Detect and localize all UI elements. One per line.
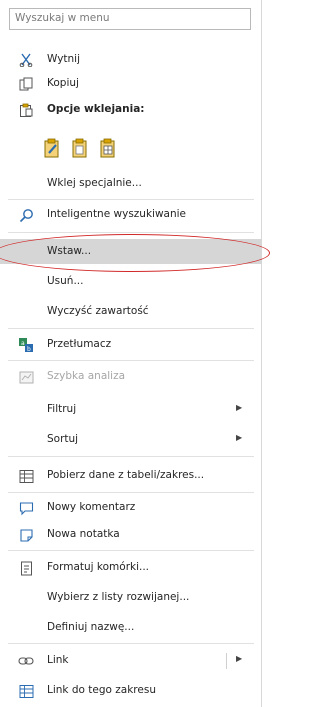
menu-item-label: Definiuj nazwę... <box>47 621 135 633</box>
menu-item-label: Link do tego zakresu <box>47 684 156 696</box>
menu-item-format-cells[interactable]: Formatuj komórki... <box>0 556 262 580</box>
submenu-divider <box>226 653 227 669</box>
menu-item-filter[interactable]: Filtruj ▶ <box>0 398 262 422</box>
menu-item-label: Opcje wklejania: <box>47 103 145 115</box>
menu-item-new-note[interactable]: Nowa notatka <box>0 523 262 547</box>
menu-item-get-data[interactable]: Pobierz dane z tabeli/zakres... <box>0 464 262 488</box>
menu-item-label: Filtruj <box>47 403 77 415</box>
paste-formatting-icon[interactable] <box>98 137 118 159</box>
divider <box>8 328 254 329</box>
link-range-icon <box>18 683 34 699</box>
svg-text:a: a <box>21 340 25 347</box>
menu-item-link-to-range[interactable]: Link do tego zakresu <box>0 679 262 703</box>
context-menu: Wyszukaj w menu Wytnij Kopiuj Opcje wkle… <box>0 0 270 707</box>
menu-item-clear-contents[interactable]: Wyczyść zawartość <box>0 300 262 324</box>
search-lightbulb-icon <box>18 207 34 223</box>
menu-item-define-name[interactable]: Definiuj nazwę... <box>0 616 262 640</box>
paste-brush-icon[interactable] <box>42 137 62 159</box>
search-input[interactable]: Wyszukaj w menu <box>9 8 251 30</box>
table-data-icon <box>18 468 34 484</box>
divider <box>8 492 254 493</box>
divider <box>8 643 254 644</box>
menu-item-paste-options: Opcje wklejania: <box>0 98 262 122</box>
menu-item-delete[interactable]: Usuń... <box>0 270 262 294</box>
comment-icon <box>18 500 34 516</box>
menu-item-label: Nowy komentarz <box>47 501 136 513</box>
menu-item-copy[interactable]: Kopiuj <box>0 72 262 96</box>
menu-item-paste-special[interactable]: Wklej specjalnie... <box>0 172 262 196</box>
divider <box>8 199 254 200</box>
menu-item-label: Przetłumacz <box>47 338 112 350</box>
menu-item-label: Wybierz z listy rozwijanej... <box>47 591 190 603</box>
menu-item-label: Sortuj <box>47 433 79 445</box>
menu-item-quick-analysis: Szybka analiza <box>0 365 262 389</box>
menu-item-label: Szybka analiza <box>47 370 126 382</box>
menu-item-label: Usuń... <box>47 275 84 287</box>
divider <box>8 550 254 551</box>
menu-item-label: Wytnij <box>47 53 81 65</box>
menu-item-pick-from-list[interactable]: Wybierz z listy rozwijanej... <box>0 586 262 610</box>
divider <box>8 360 254 361</box>
note-icon <box>18 527 34 543</box>
menu-item-sort[interactable]: Sortuj ▶ <box>0 428 262 452</box>
menu-item-label: Wyczyść zawartość <box>47 305 149 317</box>
paste-values-icon[interactable] <box>70 137 90 159</box>
translate-icon: ab <box>18 337 34 353</box>
copy-icon <box>18 76 34 92</box>
chevron-right-icon[interactable]: ▶ <box>236 654 242 663</box>
menu-item-cut[interactable]: Wytnij <box>0 48 262 72</box>
menu-item-label: Nowa notatka <box>47 528 120 540</box>
menu-item-label: Kopiuj <box>47 77 79 89</box>
clipboard-icon <box>18 102 34 118</box>
menu-item-label: Wklej specjalnie... <box>47 177 142 189</box>
quick-analysis-icon <box>18 369 34 385</box>
scissors-icon <box>18 52 34 68</box>
menu-item-label: Formatuj komórki... <box>47 561 150 573</box>
menu-item-label: Wstaw... <box>47 245 92 257</box>
divider <box>8 456 254 457</box>
menu-item-link[interactable]: Link ▶ <box>0 649 262 673</box>
menu-item-new-comment[interactable]: Nowy komentarz <box>0 496 262 520</box>
chevron-right-icon: ▶ <box>236 433 243 442</box>
divider <box>8 232 254 233</box>
menu-item-label: Link <box>47 654 69 666</box>
menu-item-label: Inteligentne wyszukiwanie <box>47 208 187 220</box>
link-icon <box>18 653 34 669</box>
format-cells-icon <box>18 560 34 576</box>
menu-item-smart-lookup[interactable]: Inteligentne wyszukiwanie <box>0 203 262 227</box>
menu-item-translate[interactable]: ab Przetłumacz <box>0 333 262 357</box>
menu-item-insert[interactable]: Wstaw... <box>0 240 262 264</box>
paste-options-row <box>42 137 182 161</box>
svg-text:b: b <box>27 346 31 353</box>
menu-item-label: Pobierz dane z tabeli/zakres... <box>47 469 205 481</box>
chevron-right-icon: ▶ <box>236 403 243 412</box>
